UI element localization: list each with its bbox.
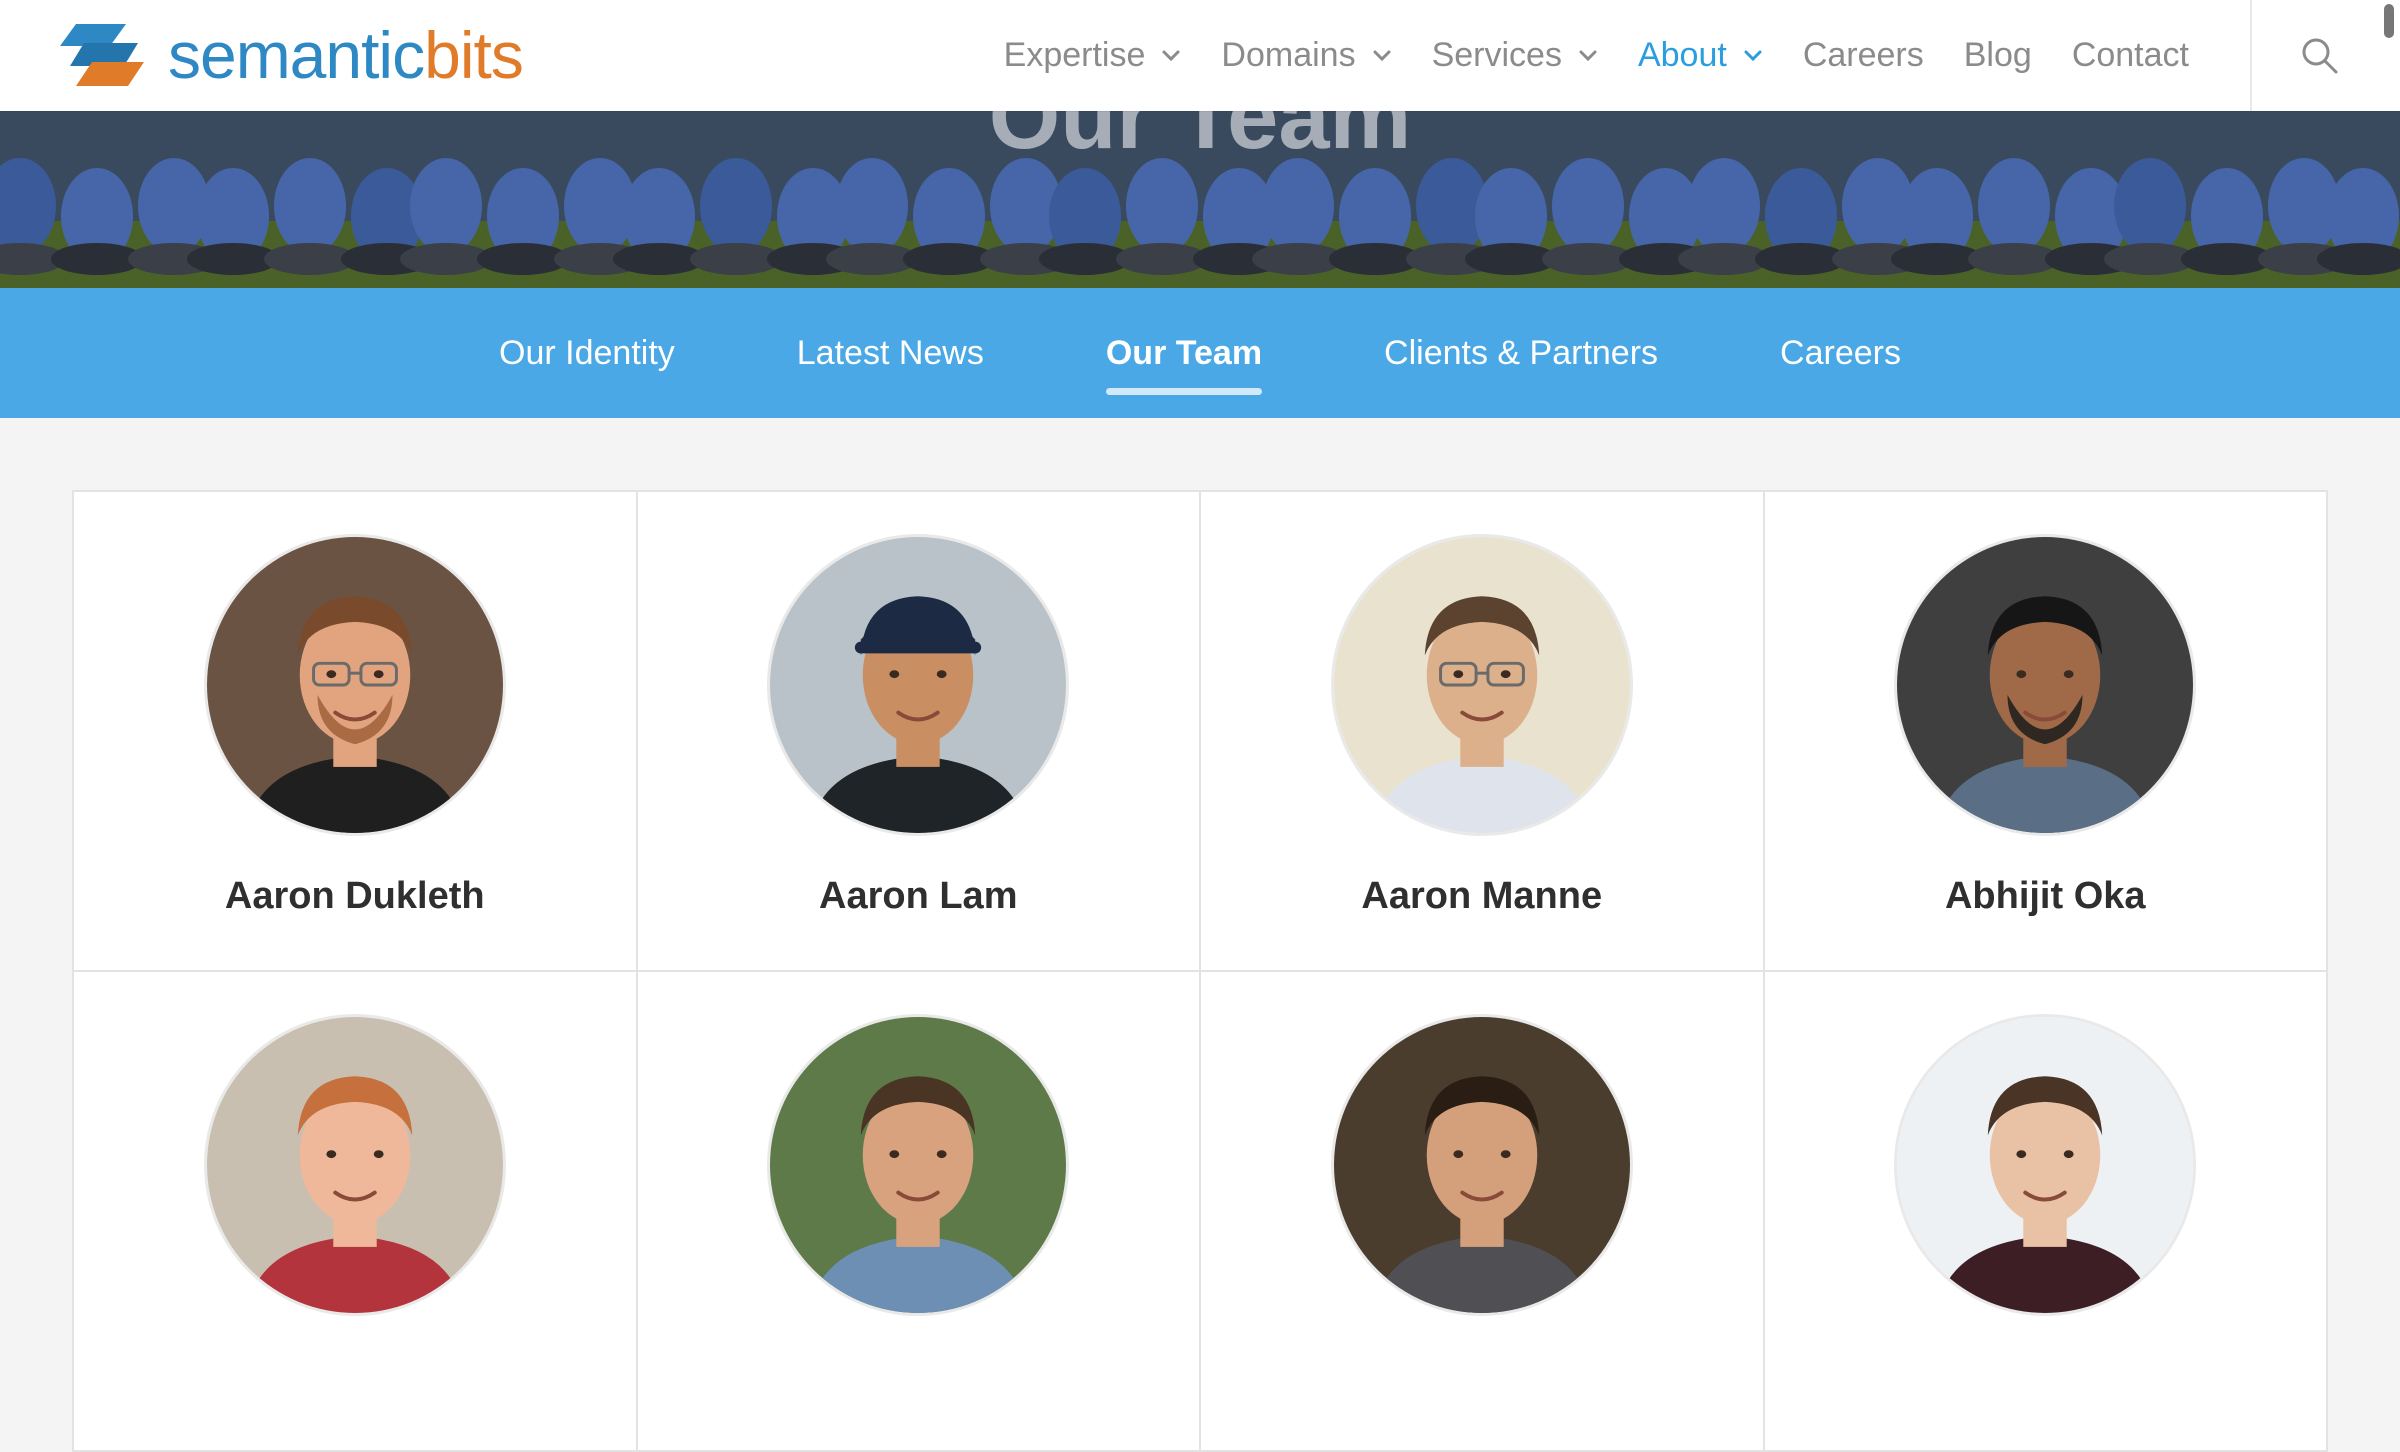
portrait-illustration [770, 1017, 1067, 1313]
portrait-illustration [1897, 537, 2194, 833]
nav-item-label: About [1637, 36, 1727, 74]
nav-item-label: Contact [2071, 36, 2189, 74]
crowd-person [2114, 158, 2186, 254]
crowd-person [410, 158, 482, 254]
subnav-tab-latest-news[interactable]: Latest News [797, 334, 984, 373]
portrait-illustration [206, 537, 503, 833]
nav-item-domains[interactable]: Domains [1221, 36, 1391, 75]
subnav-tab-clients-partners[interactable]: Clients & Partners [1384, 334, 1658, 373]
logo-text-bits: bits [424, 18, 524, 92]
portrait-illustration [1333, 537, 1630, 833]
crowd-person [274, 158, 346, 254]
team-member-photo[interactable] [1330, 534, 1633, 836]
main-nav: Expertise Domains Services About Careers Blog… [964, 0, 2189, 111]
team-member-name[interactable]: Abhijit Oka [1765, 875, 2327, 918]
logo-wordmark: semanticbits [168, 22, 524, 88]
nav-divider [2250, 0, 2252, 111]
portrait-illustration [770, 537, 1067, 833]
team-member-card[interactable] [1764, 972, 2328, 1452]
nav-item-label: Services [1431, 36, 1562, 74]
chevron-down-icon [1373, 50, 1391, 61]
crowd-person [1978, 158, 2050, 254]
chevron-down-icon [1162, 50, 1180, 61]
portrait-illustration [1333, 1017, 1630, 1313]
team-grid: Aaron Dukleth Aaron Lam Aaron Manne Abhijit… [72, 490, 2328, 1452]
subnav-tab-careers[interactable]: Careers [1780, 334, 1901, 373]
portrait-illustration [1897, 1017, 2194, 1313]
team-member-photo[interactable] [203, 534, 506, 836]
crowd-person [1126, 158, 1198, 254]
team-member-card[interactable] [637, 972, 1201, 1452]
crowd-person [1262, 158, 1334, 254]
team-member-card[interactable]: Abhijit Oka [1764, 492, 2328, 972]
about-subnav: Our Identity Latest News Our Team Clients &… [0, 288, 2400, 418]
team-member-photo[interactable] [767, 534, 1070, 836]
team-member-photo[interactable] [1330, 1014, 1633, 1316]
nav-item-label: Expertise [1003, 36, 1146, 74]
hero-title: Our Team [988, 111, 1412, 168]
team-member-card[interactable]: Aaron Manne [1201, 492, 1765, 972]
crowd-person [836, 158, 908, 254]
subnav-tab-our-identity[interactable]: Our Identity [499, 334, 675, 373]
team-member-photo[interactable] [1894, 534, 2197, 836]
chevron-down-icon [1744, 50, 1762, 61]
portrait-illustration [206, 1017, 503, 1313]
hero-banner: Our Team [0, 111, 2400, 288]
team-member-name[interactable]: Aaron Dukleth [74, 875, 636, 918]
crowd-person [1552, 158, 1624, 254]
team-member-name[interactable]: Aaron Manne [1201, 875, 1763, 918]
nav-item-contact[interactable]: Contact [2072, 36, 2189, 75]
nav-item-services[interactable]: Services [1432, 36, 1598, 75]
team-member-photo[interactable] [203, 1014, 506, 1316]
nav-item-careers[interactable]: Careers [1803, 36, 1924, 75]
search-icon[interactable] [2300, 36, 2340, 76]
nav-item-label: Domains [1221, 36, 1356, 74]
team-member-photo[interactable] [1894, 1014, 2197, 1316]
nav-item-about[interactable]: About [1638, 36, 1763, 75]
nav-item-label: Careers [1802, 36, 1924, 74]
subnav-tab-our-team[interactable]: Our Team [1105, 334, 1263, 395]
team-member-card[interactable]: Aaron Dukleth [74, 492, 638, 972]
crowd-person [700, 158, 772, 254]
nav-item-expertise[interactable]: Expertise [1004, 36, 1182, 75]
team-member-photo[interactable] [767, 1014, 1070, 1316]
team-member-card[interactable]: Aaron Lam [637, 492, 1201, 972]
team-member-card[interactable] [74, 972, 638, 1452]
nav-item-blog[interactable]: Blog [1964, 36, 2032, 75]
chevron-down-icon [1579, 50, 1597, 61]
team-member-name[interactable]: Aaron Lam [638, 875, 1200, 918]
logo-mark-icon [60, 24, 144, 86]
nav-item-label: Blog [1963, 36, 2032, 74]
scrollbar-thumb[interactable] [2384, 4, 2394, 38]
semanticbits-logo[interactable]: semanticbits [54, 16, 524, 94]
team-member-card[interactable] [1201, 972, 1765, 1452]
logo-text-semantic: semantic [168, 18, 425, 92]
crowd-person [1688, 158, 1760, 254]
site-header: semanticbits Expertise Domains Services Abo… [0, 0, 2400, 111]
